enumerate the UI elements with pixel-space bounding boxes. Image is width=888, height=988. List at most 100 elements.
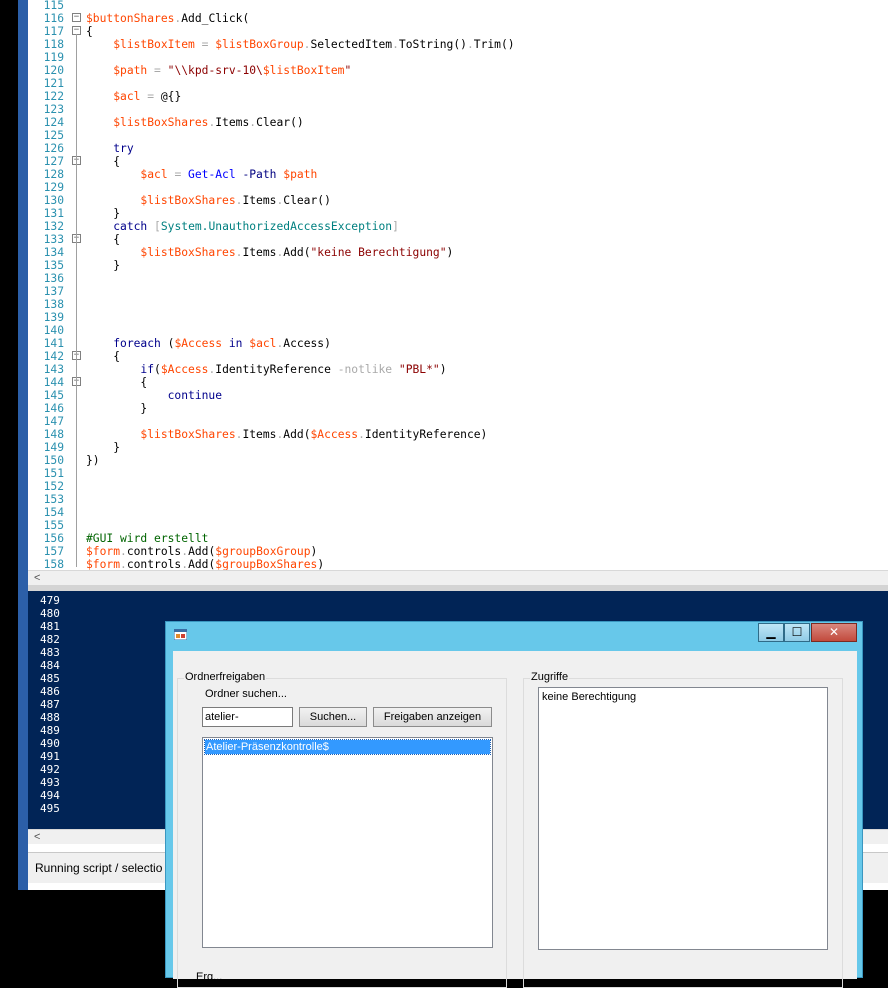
show-shares-button[interactable]: Freigaben anzeigen — [373, 707, 492, 727]
fold-collapse-icon[interactable]: − — [72, 13, 81, 22]
form-dialog[interactable]: ▁ ☐ ✕ Ordnerfreigaben Ordner suchen... a… — [165, 621, 863, 988]
code-token: ) — [446, 246, 454, 259]
list-item[interactable]: Atelier-Präsenzkontrolle$ — [204, 739, 491, 755]
code-line[interactable]: 123 — [28, 103, 888, 116]
code-token: SelectedItem — [310, 38, 393, 51]
code-line[interactable]: 155 — [28, 519, 888, 532]
code-token: $acl — [140, 168, 168, 181]
code-token: Add — [283, 246, 304, 259]
code-line[interactable]: 144− { — [28, 376, 888, 389]
code-line[interactable]: 152 — [28, 480, 888, 493]
code-line[interactable]: 142− { — [28, 350, 888, 363]
code-line[interactable]: 158 $form.controls.Add($groupBoxShares) — [28, 558, 888, 570]
scroll-left-icon[interactable]: < — [34, 571, 40, 585]
line-number: 145 — [43, 389, 64, 402]
code-line[interactable]: 148 $listBoxShares.Items.Add($Access.Ide… — [28, 428, 888, 441]
line-number: 133 — [43, 233, 64, 246]
line-number: 156 — [43, 532, 64, 545]
access-listbox[interactable]: keine Berechtigung — [538, 687, 828, 950]
code-line[interactable]: 132 catch [System.UnauthorizedAccessExce… — [28, 220, 888, 233]
line-number: 123 — [43, 103, 64, 116]
code-line[interactable]: 147 — [28, 415, 888, 428]
code-token: $listBoxItem — [113, 38, 195, 51]
code-line[interactable]: 133− { — [28, 233, 888, 246]
list-item[interactable]: keine Berechtigung — [541, 690, 825, 704]
maximize-button[interactable]: ☐ — [784, 623, 810, 642]
script-editor[interactable]: 115 116− $buttonShares.Add_Click(117−{118 … — [28, 0, 888, 570]
code-token: $path — [283, 168, 318, 181]
code-text: { — [86, 25, 93, 38]
code-token: $path — [113, 64, 148, 77]
code-line[interactable]: 139 — [28, 311, 888, 324]
code-line[interactable]: 135 } — [28, 259, 888, 272]
code-token: $Access — [174, 337, 223, 350]
groups-listbox[interactable]: Atelier-Präsenzkontrolle$ — [202, 737, 493, 948]
minimize-button[interactable]: ▁ — [758, 623, 784, 642]
code-line[interactable]: 125 — [28, 129, 888, 142]
code-line[interactable]: 157 $form.controls.Add($groupBoxGroup) — [28, 545, 888, 558]
editor-horizontal-scrollbar[interactable]: < — [28, 570, 888, 585]
code-line[interactable]: 141 foreach ($Access in $acl.Access) — [28, 337, 888, 350]
code-line[interactable]: 149 } — [28, 441, 888, 454]
code-line[interactable]: 145 continue — [28, 389, 888, 402]
code-line[interactable]: 127− { — [28, 155, 888, 168]
status-text: Running script / selectio — [35, 861, 163, 875]
code-token: $listBoxShares — [140, 428, 236, 441]
code-line[interactable]: 146 } — [28, 402, 888, 415]
console-line-number: 495 — [40, 802, 60, 815]
search-button[interactable]: Suchen... — [299, 707, 367, 727]
console-line-number: 487 — [40, 698, 60, 711]
line-number: 141 — [43, 337, 64, 350]
line-number: 157 — [43, 545, 64, 558]
code-token: continue — [167, 389, 223, 402]
code-line[interactable]: 143 if($Access.IdentityReference -notlik… — [28, 363, 888, 376]
code-line[interactable]: 120 $path = "\\kpd-srv-10\$listBoxItem" — [28, 64, 888, 77]
code-token: Add — [188, 545, 209, 558]
code-line[interactable]: 122 $acl = @{} — [28, 90, 888, 103]
scroll-left-icon[interactable]: < — [34, 830, 40, 844]
code-line[interactable]: 138 — [28, 298, 888, 311]
code-line[interactable]: 131 } — [28, 207, 888, 220]
code-line[interactable]: 150}) — [28, 454, 888, 467]
code-line[interactable]: 117−{ — [28, 25, 888, 38]
line-number: 127 — [43, 155, 64, 168]
code-line[interactable]: 126 try — [28, 142, 888, 155]
code-line[interactable]: 136 — [28, 272, 888, 285]
console-line-number: 484 — [40, 659, 60, 672]
code-token: $form — [86, 558, 121, 570]
code-line[interactable]: 115 — [28, 0, 888, 12]
code-line[interactable]: 128 $acl = Get-Acl -Path $path — [28, 168, 888, 181]
code-line[interactable]: 153 — [28, 493, 888, 506]
line-number: 150 — [43, 454, 64, 467]
code-line[interactable]: 130 $listBoxShares.Items.Clear() — [28, 194, 888, 207]
code-line[interactable]: 121 — [28, 77, 888, 90]
code-token: "\\kpd-srv-10\ — [167, 64, 263, 77]
code-line[interactable]: 118 $listBoxItem = $listBoxGroup.Selecte… — [28, 38, 888, 51]
code-token: ( — [242, 12, 250, 25]
code-token: } — [140, 402, 148, 415]
search-input[interactable]: atelier- — [202, 707, 293, 727]
code-token: controls — [126, 558, 182, 570]
code-text: $form.controls.Add($groupBoxShares) — [86, 558, 324, 570]
code-line[interactable]: 156 #GUI wird erstellt — [28, 532, 888, 545]
code-line[interactable]: 124 $listBoxShares.Items.Clear() — [28, 116, 888, 129]
code-line[interactable]: 119 — [28, 51, 888, 64]
code-token: $listBoxGroup — [215, 38, 304, 51]
code-token: ToString — [398, 38, 454, 51]
code-line[interactable]: 154 — [28, 506, 888, 519]
code-line[interactable]: 129 — [28, 181, 888, 194]
code-line[interactable]: 137 — [28, 285, 888, 298]
code-line[interactable]: 134 $listBoxShares.Items.Add("keine Bere… — [28, 246, 888, 259]
code-token: . — [358, 428, 365, 441]
code-line[interactable]: 140 — [28, 324, 888, 337]
close-button[interactable]: ✕ — [811, 623, 857, 642]
code-token: ( — [303, 246, 311, 259]
code-line[interactable]: 151 — [28, 467, 888, 480]
code-line[interactable]: 116− $buttonShares.Add_Click( — [28, 12, 888, 25]
line-number: 140 — [43, 324, 64, 337]
